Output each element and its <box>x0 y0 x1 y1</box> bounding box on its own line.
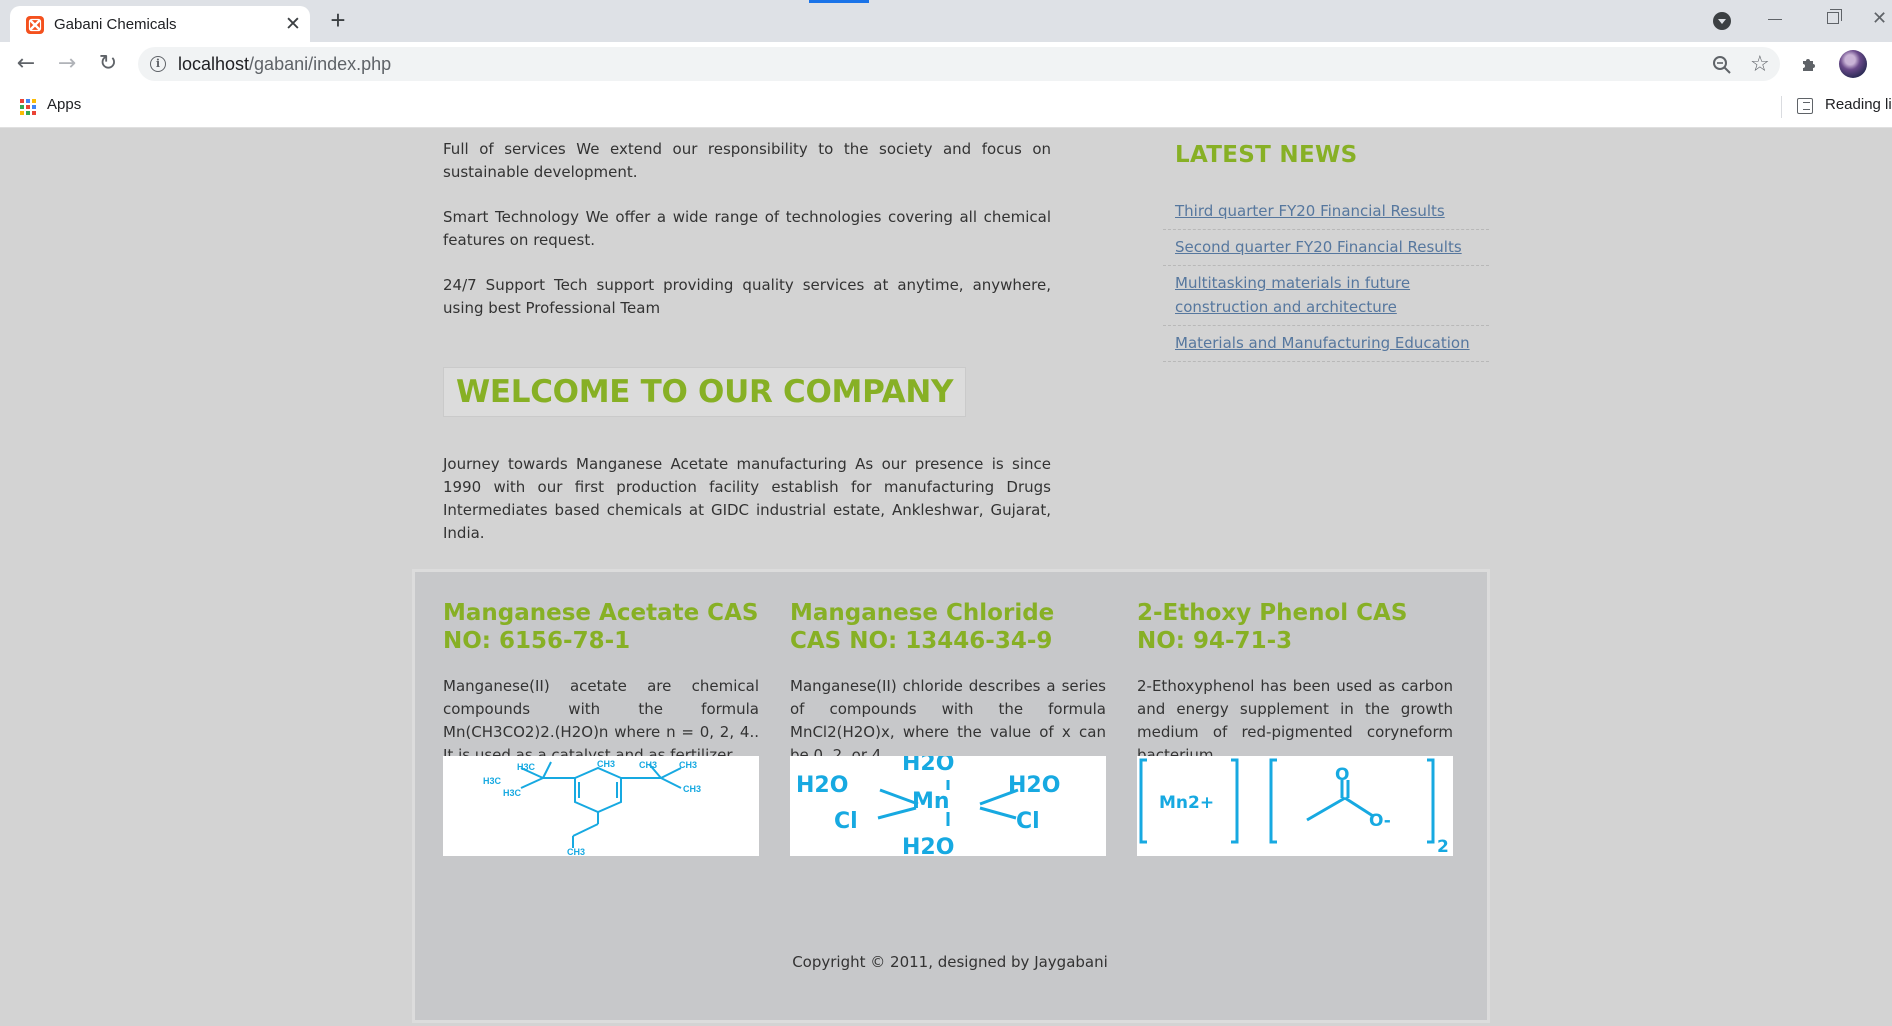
url-text[interactable]: localhost/gabani/index.php <box>178 54 391 75</box>
molecule-label: CH3 <box>567 847 585 856</box>
star-icon[interactable]: ☆ <box>1750 52 1770 77</box>
restore-window-icon[interactable] <box>1827 9 1842 24</box>
molecule-label: 2 <box>1437 837 1449 856</box>
extensions-icon[interactable] <box>1800 54 1820 74</box>
news-item: Third quarter FY20 Financial Results <box>1163 194 1489 230</box>
news-item: Second quarter FY20 Financial Results <box>1163 230 1489 266</box>
molecule-label: H3C <box>503 788 522 798</box>
tab-accent-bar <box>809 0 869 3</box>
molecule-label: H2O <box>796 773 848 798</box>
news-link[interactable]: Multitasking materials in future constru… <box>1175 274 1410 316</box>
molecule-label: CH3 <box>597 759 615 769</box>
product-description: 2-Ethoxyphenol has been used as carbon a… <box>1137 677 1453 764</box>
apps-label[interactable]: Apps <box>47 96 81 113</box>
product-title: 2-Ethoxy Phenol CAS NO: 94-71-3 <box>1137 600 1408 654</box>
molecule-label: Cl <box>1016 809 1040 834</box>
reading-list-label[interactable]: Reading li <box>1825 96 1892 113</box>
bookmarks-bar: Apps Reading li <box>0 86 1892 128</box>
new-tab-button[interactable]: + <box>325 7 351 34</box>
molecule-label: O <box>1335 765 1349 785</box>
zoom-icon[interactable] <box>1712 55 1732 75</box>
molecule-label: H2O <box>902 835 954 856</box>
molecule-label: Mn2+ <box>1159 793 1214 813</box>
footer-copyright: Copyright © 2011, designed by Jaygabani <box>792 953 1108 971</box>
news-title: LATEST NEWS <box>1175 142 1358 168</box>
apps-icon[interactable] <box>20 99 36 115</box>
product-description: Manganese(II) acetate are chemical compo… <box>443 677 759 764</box>
bookmarks-divider <box>1781 96 1782 118</box>
product-description: Manganese(II) chloride describes a serie… <box>790 677 1106 764</box>
avatar[interactable] <box>1839 50 1867 78</box>
news-list: Third quarter FY20 Financial Results Sec… <box>1163 194 1489 362</box>
product-image-ethoxy-phenol: Mn2+ O O- 2 <box>1137 756 1453 856</box>
reading-list-icon[interactable] <box>1797 98 1813 114</box>
browser-toolbar: ← → ↻ i localhost/gabani/index.php ☆ ⋮ <box>0 42 1892 86</box>
welcome-banner: WELCOME TO OUR COMPANY <box>443 367 967 417</box>
molecule-label: CH3 <box>639 760 657 770</box>
close-tab-icon[interactable]: ✕ <box>283 14 303 34</box>
forward-icon[interactable]: → <box>55 52 79 76</box>
tab-search-icon[interactable] <box>1713 12 1731 30</box>
news-item: Materials and Manufacturing Education <box>1163 326 1489 362</box>
welcome-text: Journey towards Manganese Acetate manufa… <box>443 455 1051 542</box>
molecule-label: Mn <box>912 789 950 814</box>
molecule-label: CH3 <box>683 784 701 794</box>
news-item: Multitasking materials in future constru… <box>1163 266 1489 326</box>
page-content: Full of services We extend our responsib… <box>0 128 1892 1026</box>
product-card: Manganese Chloride CAS NO: 13446-34-9 Ma… <box>790 599 1106 767</box>
xampp-favicon-icon <box>26 16 44 34</box>
news-link[interactable]: Third quarter FY20 Financial Results <box>1175 202 1445 220</box>
tab-active[interactable]: Gabani Chemicals ✕ <box>10 6 310 42</box>
back-icon[interactable]: ← <box>14 52 38 76</box>
welcome-title: WELCOME TO OUR COMPANY <box>456 374 954 410</box>
intro-section: Full of services We extend our responsib… <box>443 128 1051 342</box>
product-card: Manganese Acetate CAS NO: 6156-78-1 Mang… <box>443 599 759 767</box>
intro-paragraph: Smart Technology We offer a wide range o… <box>443 208 1051 249</box>
info-icon[interactable]: i <box>150 56 166 72</box>
molecule-label: O- <box>1369 811 1391 831</box>
molecule-label: H2O <box>902 756 954 776</box>
minimize-window-icon[interactable] <box>1768 19 1782 20</box>
intro-paragraph: Full of services We extend our responsib… <box>443 140 1051 181</box>
product-card: 2-Ethoxy Phenol CAS NO: 94-71-3 2-Ethoxy… <box>1137 599 1453 767</box>
news-link[interactable]: Second quarter FY20 Financial Results <box>1175 238 1462 256</box>
product-title: Manganese Chloride CAS NO: 13446-34-9 <box>790 600 1055 654</box>
product-image-manganese-acetate: H3C H3C H3C CH3 CH3 CH3 CH3 CH3 <box>443 756 759 856</box>
product-title: Manganese Acetate CAS NO: 6156-78-1 <box>443 600 759 654</box>
molecule-label: H2O <box>1008 773 1060 798</box>
product-image-manganese-chloride: H2O H2O H2O H2O Mn Cl Cl <box>790 756 1106 856</box>
intro-paragraph: 24/7 Support Tech support providing qual… <box>443 276 1051 317</box>
molecule-label: H3C <box>517 762 536 772</box>
tab-strip: Gabani Chemicals ✕ + ✕ <box>0 0 1892 42</box>
news-link[interactable]: Materials and Manufacturing Education <box>1175 334 1470 352</box>
molecule-label: CH3 <box>679 760 697 770</box>
menu-icon[interactable]: ⋮ <box>1884 52 1892 76</box>
molecule-label: Cl <box>834 809 858 834</box>
reload-icon[interactable]: ↻ <box>96 52 120 76</box>
molecule-label: H3C <box>483 776 502 786</box>
address-bar[interactable]: i localhost/gabani/index.php ☆ <box>138 47 1780 81</box>
tab-title: Gabani Chemicals <box>54 16 177 33</box>
close-window-icon[interactable]: ✕ <box>1872 8 1887 29</box>
